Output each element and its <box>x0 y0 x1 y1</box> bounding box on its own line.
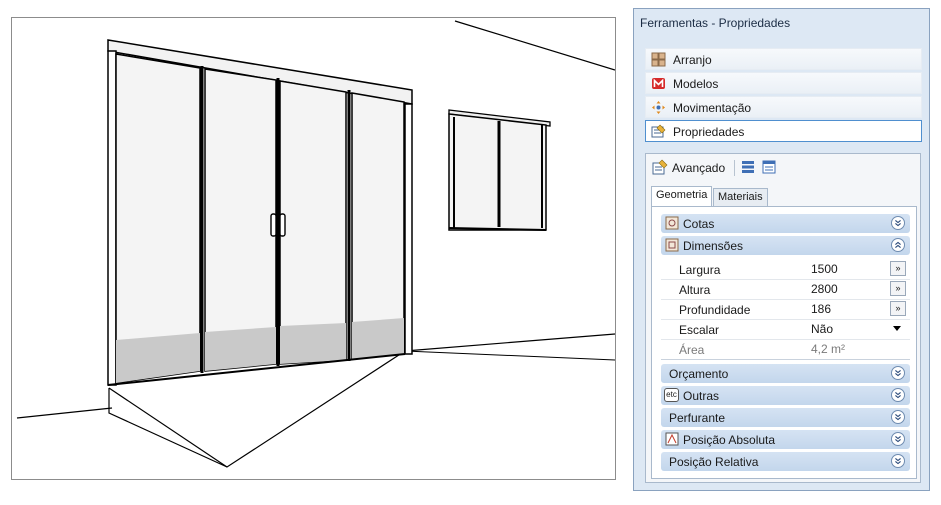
profundidade-input[interactable]: 186 <box>811 302 887 317</box>
tab-materiais[interactable]: Materiais <box>713 188 768 207</box>
property-row-profundidade: Profundidade 186 » <box>661 299 910 319</box>
chevron-down-icon[interactable] <box>891 366 905 380</box>
etc-icon: etc <box>664 388 679 402</box>
group-label: Posição Absoluta <box>683 433 776 447</box>
chevron-down-icon[interactable] <box>891 410 905 424</box>
largura-input[interactable]: 1500 <box>811 262 887 277</box>
altura-input[interactable]: 2800 <box>811 282 887 297</box>
chevron-down-icon[interactable] <box>891 454 905 468</box>
panel-title: Ferramentas - Propriedades <box>640 16 791 30</box>
property-row-largura: Largura 1500 » <box>661 259 910 279</box>
property-label: Largura <box>679 263 721 277</box>
group-label: Cotas <box>683 217 715 231</box>
area-value: 4,2 m² <box>811 342 846 356</box>
group-dimensoes[interactable]: Dimensões <box>661 236 910 255</box>
tab-content: Cotas Dimensões Largura 1500 » Altura 28… <box>651 206 917 479</box>
advanced-properties-icon <box>652 159 668 175</box>
tool-modelos[interactable]: Modelos <box>645 72 922 94</box>
largura-expand-button[interactable]: » <box>890 261 906 276</box>
property-label: Profundidade <box>679 303 751 317</box>
profundidade-expand-button[interactable]: » <box>890 301 906 316</box>
tool-label: Movimentação <box>673 101 752 115</box>
tool-label: Arranjo <box>673 53 712 67</box>
chevron-down-icon[interactable] <box>891 432 905 446</box>
chevron-down-icon[interactable] <box>891 216 905 230</box>
tab-geometria[interactable]: Geometria <box>651 186 713 207</box>
escalar-select[interactable]: Não <box>811 322 887 337</box>
group-orcamento[interactable]: Orçamento <box>661 364 910 383</box>
alphabetical-view-icon[interactable] <box>762 160 776 174</box>
group-label: Posição Relativa <box>669 455 759 469</box>
altura-expand-button[interactable]: » <box>890 281 906 296</box>
group-label: Perfurante <box>669 411 726 425</box>
property-row-altura: Altura 2800 » <box>661 279 910 299</box>
property-label: Escalar <box>679 323 720 337</box>
properties-panel: Ferramentas - Propriedades Arranjo Model… <box>633 8 930 491</box>
properties-icon <box>651 124 666 138</box>
tool-movimentacao[interactable]: Movimentação <box>645 96 922 118</box>
window-model <box>448 109 551 231</box>
group-posicao-relativa[interactable]: Posição Relativa <box>661 452 910 471</box>
toolbar-separator <box>734 160 735 176</box>
group-label: Orçamento <box>669 367 729 381</box>
tool-propriedades[interactable]: Propriedades <box>645 120 922 142</box>
tool-label: Propriedades <box>673 125 745 139</box>
door-model-drawing <box>16 20 615 468</box>
chevron-down-icon[interactable] <box>891 388 905 402</box>
chevron-up-icon[interactable] <box>891 238 905 252</box>
move-icon <box>652 101 665 114</box>
property-row-escalar: Escalar Não <box>661 319 910 339</box>
properties-inner-panel: Avançado Geometria Materiais Cotas Dimen… <box>645 153 921 483</box>
categorized-view-icon[interactable] <box>741 160 755 174</box>
group-label: Dimensões <box>683 239 744 253</box>
sliding-door <box>107 39 413 386</box>
property-label: Área <box>679 343 705 357</box>
group-posicao-absoluta[interactable]: Posição Absoluta <box>661 430 910 449</box>
group-cotas[interactable]: Cotas <box>661 214 910 233</box>
row-divider <box>661 359 910 360</box>
models-icon <box>652 78 665 89</box>
position-icon <box>665 432 679 446</box>
arrange-icon <box>651 52 666 67</box>
group-outras[interactable]: etc Outras <box>661 386 910 405</box>
tool-arranjo[interactable]: Arranjo <box>645 48 922 70</box>
tool-label: Modelos <box>673 77 719 91</box>
property-label: Altura <box>679 283 711 297</box>
dropdown-arrow-icon[interactable] <box>893 326 901 332</box>
advanced-button[interactable]: Avançado <box>672 161 725 175</box>
group-label: Outras <box>683 389 720 403</box>
cotas-icon <box>665 216 679 230</box>
group-perfurante[interactable]: Perfurante <box>661 408 910 427</box>
property-row-area: Área 4,2 m² <box>661 339 910 359</box>
dimensoes-icon <box>665 238 679 252</box>
3d-viewport[interactable] <box>11 17 616 480</box>
